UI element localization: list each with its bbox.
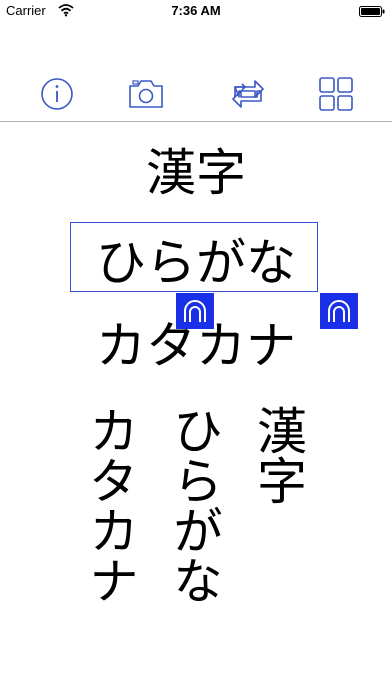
battery-icon — [359, 5, 385, 17]
rotate-button[interactable] — [228, 74, 268, 114]
camera-icon — [129, 80, 163, 108]
horizontal-hiragana-text[interactable]: ひらがな — [0, 233, 392, 293]
grid-icon — [319, 77, 353, 111]
selection-handle-left[interactable] — [176, 293, 214, 329]
vertical-katakana-text[interactable]: カタカナ — [80, 405, 140, 605]
selection-handle-right[interactable] — [320, 293, 358, 329]
horizontal-kanji-text[interactable]: 漢字 — [0, 143, 392, 203]
rotate-arrows-icon — [232, 80, 264, 108]
grid-button[interactable] — [316, 74, 356, 114]
info-button[interactable] — [37, 74, 77, 114]
vertical-hiragana-text[interactable]: ひらがな — [164, 405, 224, 605]
vertical-kanji-text[interactable]: 漢字 — [248, 405, 308, 505]
toolbar-divider — [0, 121, 392, 122]
clock-time: 7:36 AM — [171, 3, 221, 18]
toolbar — [0, 66, 392, 118]
info-icon — [41, 78, 73, 110]
status-bar: Carrier 7:36 AM — [0, 0, 392, 22]
arch-icon — [328, 300, 350, 322]
arch-icon — [184, 300, 206, 322]
camera-button[interactable] — [126, 74, 166, 114]
